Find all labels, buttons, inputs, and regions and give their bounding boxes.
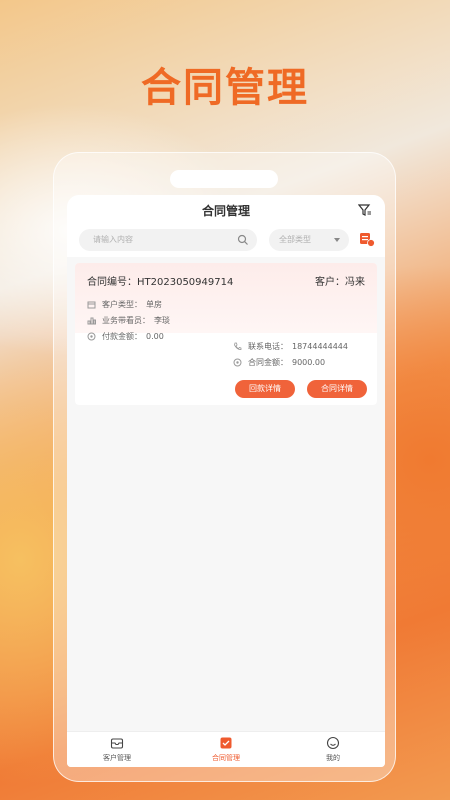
coin-icon (233, 358, 242, 367)
search-placeholder: 请输入内容 (93, 235, 133, 244)
type-select[interactable]: 全部类型 (269, 229, 349, 251)
tab-profile[interactable]: 我的 (303, 736, 363, 763)
customer-type-row: 客户类型： 单房 (87, 299, 162, 310)
chart-icon (87, 317, 96, 325)
amount-label: 合同金额： (248, 358, 288, 367)
search-icon[interactable] (237, 234, 249, 246)
paid-label: 付款金额： (102, 332, 142, 341)
search-input[interactable]: 请输入内容 (79, 229, 257, 251)
tab-label: 客户管理 (103, 754, 131, 762)
nav-bar: 合同管理 (67, 195, 385, 225)
smile-icon (326, 736, 340, 750)
amount-value: 9000.00 (292, 358, 326, 367)
tab-bar: 客户管理 合同管理 我的 (67, 731, 385, 767)
customer-type-value: 单房 (146, 300, 162, 309)
contract-card[interactable]: 合同编号：HT2023050949714 客户：冯来 客户类型： 单房 业务带看… (75, 263, 377, 405)
paid-row: 付款金额： 0.00 (87, 331, 164, 342)
contract-number-label: 合同编号： (87, 277, 137, 288)
salesperson-value: 李琰 (154, 316, 170, 325)
contract-number: 合同编号：HT2023050949714 (87, 273, 233, 288)
tab-customers[interactable]: 客户管理 (87, 736, 147, 763)
phone-row: 联系电话： 18744444444 (233, 341, 348, 352)
customer-type-label: 客户类型： (102, 300, 142, 309)
customer-value: 冯来 (345, 277, 365, 288)
salesperson-label: 业务带看员： (102, 316, 150, 325)
tab-label: 我的 (326, 754, 340, 762)
salesperson-row: 业务带看员： 李琰 (87, 315, 170, 326)
type-select-value: 全部类型 (279, 235, 311, 244)
paid-value: 0.00 (146, 332, 164, 341)
customer-label: 客户： (315, 277, 345, 288)
contract-icon (220, 737, 232, 749)
filter-icon[interactable] (358, 203, 372, 217)
amount-row: 合同金额： 9000.00 (233, 357, 325, 368)
app-screen: 合同管理 请输入内容 全部类型 合同编号：HT2023050949714 客户：… (67, 195, 385, 767)
phone-label: 联系电话： (248, 342, 288, 351)
tab-contracts[interactable]: 合同管理 (196, 736, 256, 763)
phone-value: 18744444444 (292, 342, 348, 351)
page-title: 合同管理 (201, 204, 250, 218)
chevron-down-icon (334, 238, 340, 242)
contract-details-button[interactable]: 合同详情 (307, 380, 367, 398)
hero-title: 合同管理 (141, 65, 309, 111)
building-icon (87, 301, 96, 309)
repayment-details-button[interactable]: 回款详情 (235, 380, 295, 398)
export-icon[interactable] (359, 231, 375, 247)
tab-label: 合同管理 (212, 754, 240, 762)
customer-name: 客户：冯来 (315, 273, 365, 288)
phone-notch (170, 170, 278, 188)
search-bar: 请输入内容 全部类型 (67, 225, 385, 257)
coin-icon (87, 332, 96, 341)
phone-icon (234, 342, 242, 350)
contract-number-value: HT2023050949714 (137, 277, 234, 288)
inbox-icon (110, 738, 124, 749)
